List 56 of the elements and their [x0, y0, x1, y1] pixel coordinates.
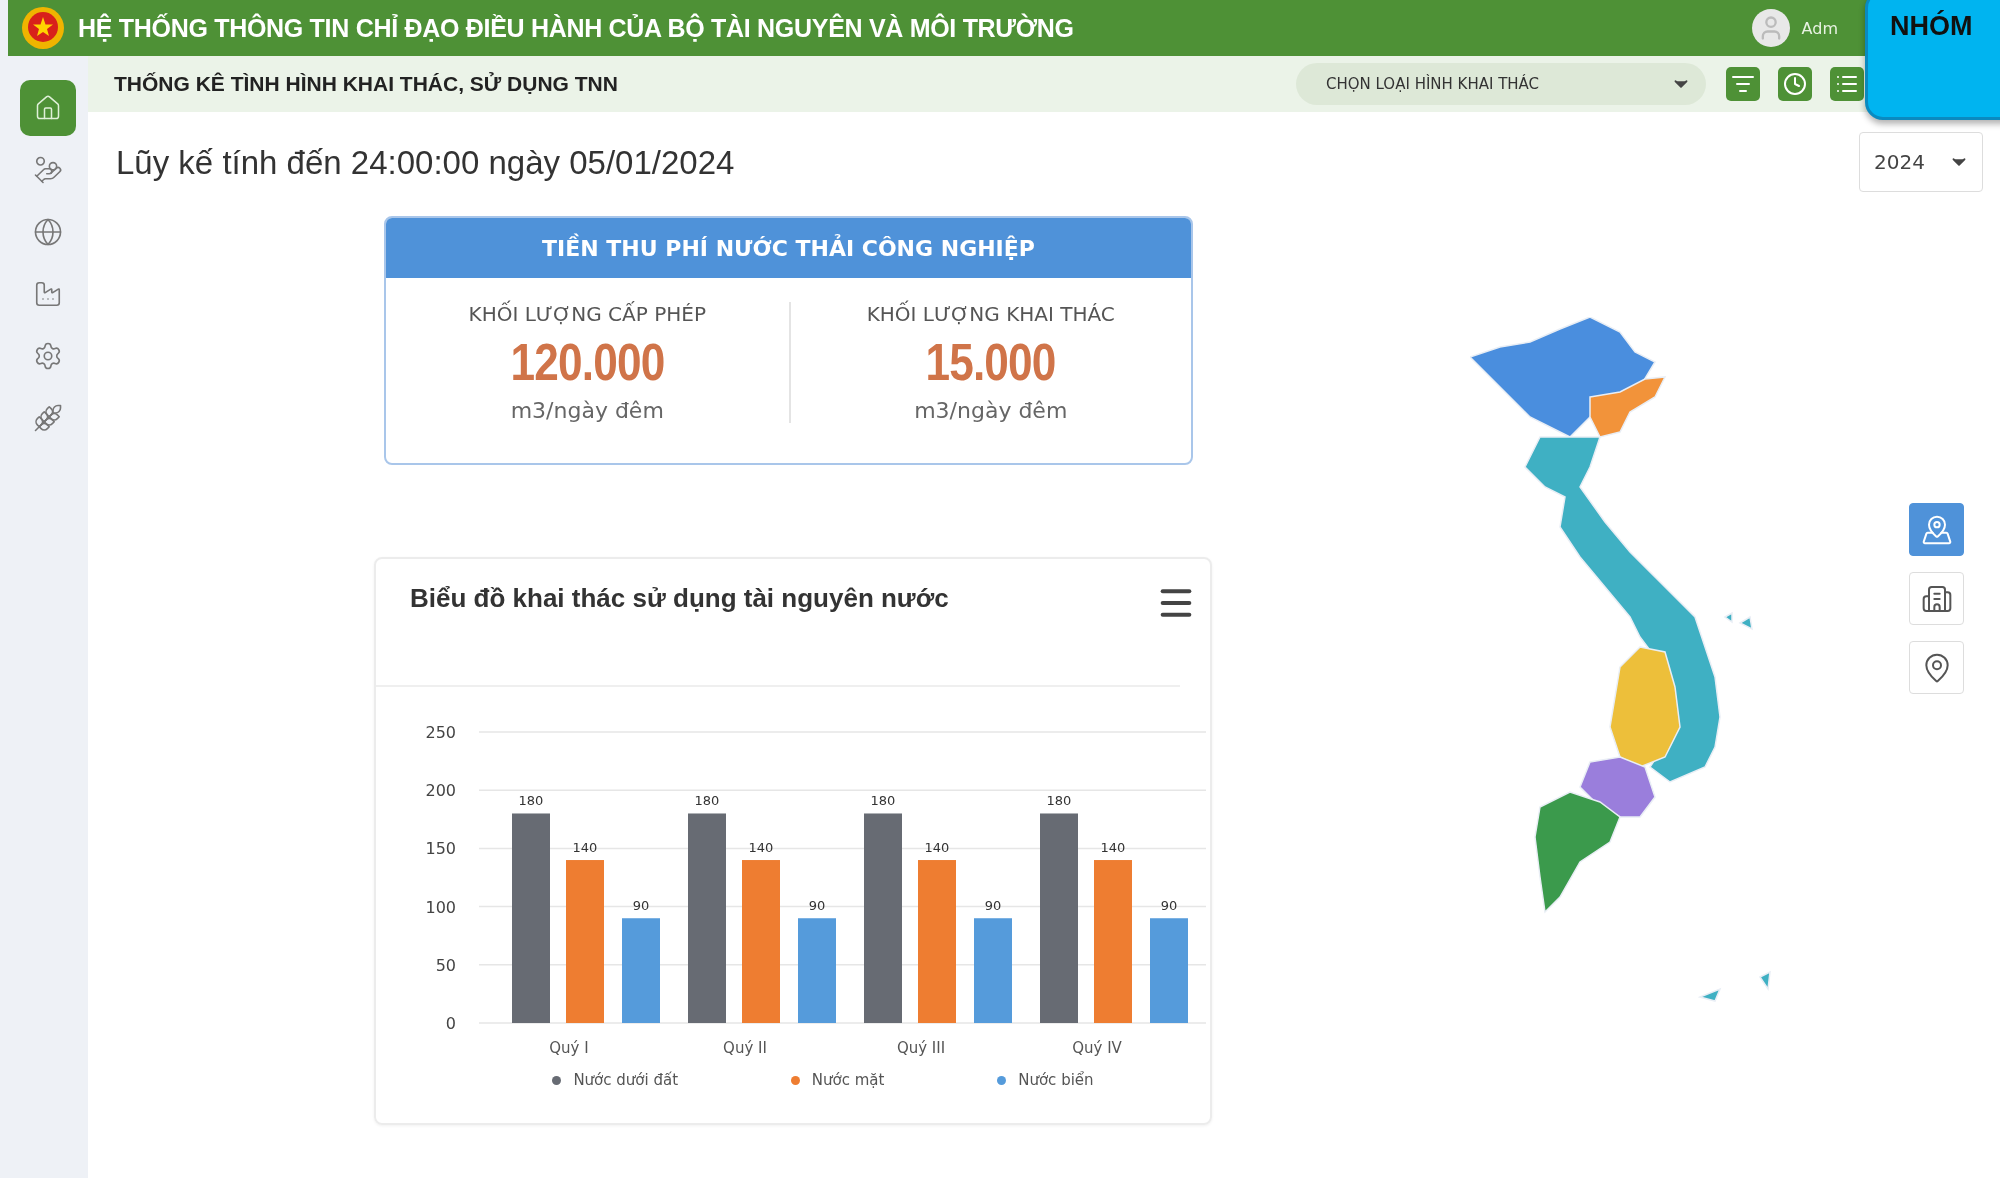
filter-button[interactable]: [1726, 67, 1760, 101]
wheat-icon: [33, 403, 63, 433]
data-label: 90: [1160, 898, 1178, 914]
legend-label[interactable]: Nước biển: [1018, 1071, 1094, 1089]
category-label: Quý III: [896, 1039, 946, 1057]
stat-unit: m3/ngày đêm: [510, 398, 664, 423]
axis-tick-label: 100: [425, 897, 456, 917]
gear-icon: [33, 341, 63, 371]
data-label: 180: [870, 793, 896, 809]
stat-value: 15.000: [925, 332, 1056, 392]
data-label: 90: [984, 898, 1002, 914]
data-label: 140: [748, 840, 774, 856]
clock-icon: [1783, 72, 1807, 96]
legend-label[interactable]: Nước dưới đất: [573, 1071, 679, 1089]
callout-text: NHÓM: [1890, 11, 1973, 43]
stat-label: KHỐI LƯỢNG KHAI THÁC: [866, 302, 1115, 326]
data-label: 180: [694, 793, 720, 809]
app-title: HỆ THỐNG THÔNG TIN CHỈ ĐẠO ĐIỀU HÀNH CỦA BỘ TÀI NGUYÊN VÀ MÔI TRƯỜNG: [78, 13, 1075, 43]
data-label: 180: [518, 793, 544, 809]
stat-value: 120.000: [510, 332, 665, 392]
page-title: Lũy kế tính đến 24:00:00 ngày 05/01/2024: [116, 144, 736, 182]
data-label: 140: [1100, 840, 1126, 856]
page-section-title: THỐNG KÊ TÌNH HÌNH KHAI THÁC, SỬ DỤNG TNN: [114, 72, 619, 96]
card-header: TIỀN THU PHÍ NƯỚC THẢI CÔNG NGHIỆP: [386, 218, 1191, 278]
category-label: Quý I: [549, 1039, 589, 1057]
list-button[interactable]: [1830, 67, 1864, 101]
axis-tick-label: 150: [425, 839, 456, 859]
data-label: 180: [1046, 793, 1072, 809]
hand-coins-icon: [33, 155, 63, 185]
map-pin-icon: [1920, 513, 1953, 546]
type-select[interactable]: CHỌN LOẠI HÌNH KHAI THÁC: [1296, 63, 1706, 105]
stat-unit: m3/ngày đêm: [914, 398, 1068, 423]
category-label: Quý IV: [1072, 1039, 1122, 1057]
avatar-icon[interactable]: [1751, 9, 1790, 47]
axis-tick-label: 200: [425, 781, 456, 801]
data-label: 140: [572, 840, 598, 856]
sidebar-item[interactable]: [20, 80, 76, 136]
axis-tick-label: 0: [445, 1014, 456, 1033]
data-label: 140: [924, 840, 950, 856]
factory-icon: [33, 279, 63, 309]
emblem-icon: [20, 5, 66, 51]
globe-icon: [33, 217, 63, 247]
data-label: 90: [808, 898, 826, 914]
location-pin-button[interactable]: [1909, 641, 1964, 694]
map-pin-button[interactable]: [1909, 503, 1964, 556]
category-label: Quý II: [723, 1039, 767, 1057]
building-pin-button[interactable]: [1909, 572, 1964, 625]
legend-label[interactable]: Nước mặt: [811, 1071, 885, 1089]
data-label: 90: [632, 898, 650, 914]
stat-label: KHỐI LƯỢNG CẤP PHÉP: [468, 302, 706, 326]
axis-tick-label: 250: [425, 723, 456, 742]
chart-title: Biểu đồ khai thác sử dụng tài nguyên nước: [410, 583, 949, 614]
clock-button[interactable]: [1778, 67, 1812, 101]
year-select[interactable]: 2024: [1859, 132, 1983, 192]
home-icon: [34, 94, 62, 122]
axis-tick-label: 50: [435, 955, 456, 975]
